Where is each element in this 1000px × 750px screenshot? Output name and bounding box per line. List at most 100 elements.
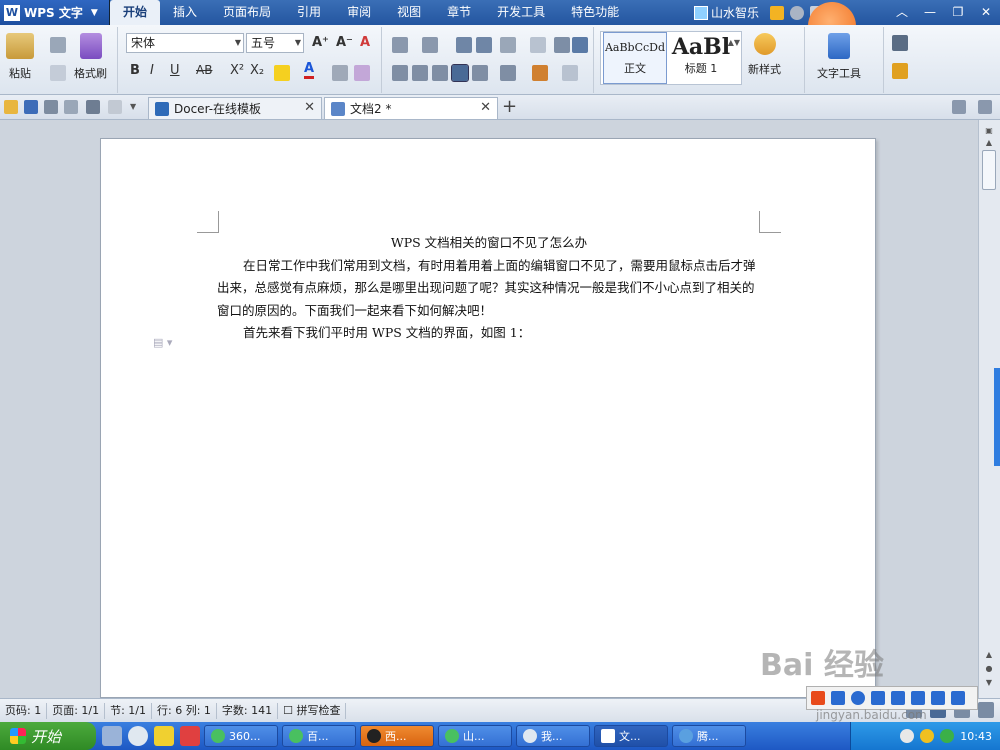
- text-direction-icon[interactable]: [500, 37, 516, 53]
- task-xi[interactable]: 西...: [360, 725, 434, 747]
- style-heading-1[interactable]: AaBl 标题 1: [669, 32, 733, 84]
- close-tab-icon[interactable]: ✕: [304, 100, 315, 115]
- spell-check-toggle[interactable]: ☐ 拼写检查: [278, 702, 347, 719]
- tab-view[interactable]: 视图: [384, 0, 434, 25]
- keyboard-icon[interactable]: [891, 691, 905, 705]
- scroll-thumb[interactable]: [982, 150, 996, 190]
- app-menu-button[interactable]: W WPS 文字 ▼: [0, 0, 110, 25]
- ime-toolbar[interactable]: [806, 686, 978, 710]
- ime-punct-icon[interactable]: [871, 691, 885, 705]
- minimize-icon[interactable]: —: [916, 0, 944, 25]
- task-tencent[interactable]: 腾...: [672, 725, 746, 747]
- paste-options-icon[interactable]: ▤ ▾: [153, 336, 172, 349]
- scroll-ruler-icon[interactable]: ▣: [982, 126, 996, 138]
- quicklaunch-app-icon[interactable]: [154, 726, 174, 746]
- side-panel-toggle[interactable]: [994, 368, 1000, 466]
- close-icon[interactable]: ✕: [972, 0, 1000, 25]
- paste-button[interactable]: 粘贴: [6, 33, 34, 81]
- copy-icon[interactable]: [50, 65, 66, 81]
- bold-icon[interactable]: B: [130, 63, 140, 78]
- quicklaunch-app2-icon[interactable]: [180, 726, 200, 746]
- scroll-up-icon[interactable]: ▲: [982, 138, 996, 150]
- select-icon[interactable]: [892, 63, 908, 79]
- tab-menu-icon[interactable]: [978, 100, 992, 114]
- border-icon[interactable]: [562, 65, 578, 81]
- new-style-button[interactable]: 新样式: [748, 33, 781, 77]
- text-tool-button[interactable]: 文字工具: [817, 33, 861, 81]
- align-left-icon[interactable]: [392, 65, 408, 81]
- font-color-icon[interactable]: A: [304, 61, 315, 79]
- align-center-icon[interactable]: [412, 65, 428, 81]
- network-icon[interactable]: [900, 729, 915, 743]
- ime-moon-icon[interactable]: [851, 691, 865, 705]
- print-preview-icon[interactable]: [64, 100, 78, 114]
- tab-home[interactable]: 开始: [110, 0, 161, 25]
- quicklaunch-ie-icon[interactable]: [128, 726, 148, 746]
- redo-icon[interactable]: [108, 100, 122, 114]
- ime-mode-icon[interactable]: [831, 691, 845, 705]
- italic-icon[interactable]: I: [150, 63, 154, 78]
- underline-icon[interactable]: U: [170, 63, 180, 78]
- prev-page-icon[interactable]: ▲: [982, 650, 996, 662]
- font-size-select[interactable]: 五号 ▼: [246, 33, 304, 53]
- quicklaunch-explorer-icon[interactable]: [102, 726, 122, 746]
- format-painter-button[interactable]: 格式刷: [74, 33, 107, 81]
- styles-scroll-icon[interactable]: ▲▼: [728, 38, 740, 47]
- print-icon[interactable]: [44, 100, 58, 114]
- ime-skin-icon[interactable]: [911, 691, 925, 705]
- align-right-icon[interactable]: [432, 65, 448, 81]
- tab-document-2[interactable]: 文档2 * ✕: [324, 97, 498, 119]
- numbering-icon[interactable]: [422, 37, 438, 53]
- shrink-font-icon[interactable]: A⁻: [336, 35, 353, 50]
- security-icon[interactable]: [920, 729, 935, 743]
- grow-font-icon[interactable]: A⁺: [312, 35, 329, 50]
- tab-docer[interactable]: Docer-在线模板 ✕: [148, 97, 322, 119]
- sogou-ime-icon[interactable]: [811, 691, 825, 705]
- status-word-count[interactable]: 字数: 141: [217, 702, 279, 719]
- subscript-icon[interactable]: X₂: [250, 63, 264, 78]
- web-view-icon[interactable]: [978, 702, 994, 718]
- strikethrough-icon[interactable]: AB: [196, 63, 212, 77]
- char-shading-icon[interactable]: [332, 65, 348, 81]
- shading-icon[interactable]: [532, 65, 548, 81]
- user-account[interactable]: 山水智乐: [693, 4, 759, 21]
- phonetic-guide-icon[interactable]: [354, 65, 370, 81]
- ime-settings-icon[interactable]: [951, 691, 965, 705]
- restore-icon[interactable]: ❐: [944, 0, 972, 25]
- collapse-ribbon-icon[interactable]: ︿: [888, 0, 916, 25]
- document-page[interactable]: WPS 文档相关的窗口不见了怎么办 在日常工作中我们常用到文档，有时用着用着上面…: [100, 138, 876, 698]
- table-icon[interactable]: [530, 37, 546, 53]
- shield-icon[interactable]: [940, 729, 955, 743]
- tab-references[interactable]: 引用: [284, 0, 334, 25]
- line-spacing-icon[interactable]: [500, 65, 516, 81]
- clear-format-icon[interactable]: A: [360, 35, 370, 50]
- tab-page-layout[interactable]: 页面布局: [210, 0, 284, 25]
- cut-icon[interactable]: [50, 37, 66, 53]
- find-replace-icon[interactable]: [892, 35, 908, 51]
- tab-chapter[interactable]: 章节: [434, 0, 484, 25]
- start-button[interactable]: 开始: [0, 722, 96, 750]
- close-tab-icon[interactable]: ✕: [480, 100, 491, 115]
- save-icon[interactable]: [24, 100, 38, 114]
- clock[interactable]: 10:43: [960, 730, 992, 743]
- select-browse-icon[interactable]: ●: [982, 664, 996, 676]
- tab-review[interactable]: 审阅: [334, 0, 384, 25]
- tab-special[interactable]: 特色功能: [558, 0, 632, 25]
- document-body[interactable]: WPS 文档相关的窗口不见了怎么办 在日常工作中我们常用到文档，有时用着用着上面…: [217, 232, 761, 345]
- distribute-icon[interactable]: [472, 65, 488, 81]
- document-workspace[interactable]: WPS 文档相关的窗口不见了怎么办 在日常工作中我们常用到文档，有时用着用着上面…: [0, 120, 978, 698]
- task-shan[interactable]: 山...: [438, 725, 512, 747]
- superscript-icon[interactable]: X²: [230, 63, 244, 78]
- tab-list-icon[interactable]: [952, 100, 966, 114]
- ime-user-icon[interactable]: [931, 691, 945, 705]
- highlight-icon[interactable]: [274, 65, 290, 81]
- task-baidu[interactable]: 百...: [282, 725, 356, 747]
- increase-indent-icon[interactable]: [476, 37, 492, 53]
- style-normal[interactable]: AaBbCcDd 正文: [603, 32, 667, 84]
- font-name-select[interactable]: 宋体 ▼: [126, 33, 244, 53]
- decrease-indent-icon[interactable]: [456, 37, 472, 53]
- next-page-icon[interactable]: ▼: [982, 678, 996, 690]
- mail-icon[interactable]: [770, 5, 784, 20]
- bullets-icon[interactable]: [392, 37, 408, 53]
- new-tab-icon[interactable]: +: [502, 96, 517, 117]
